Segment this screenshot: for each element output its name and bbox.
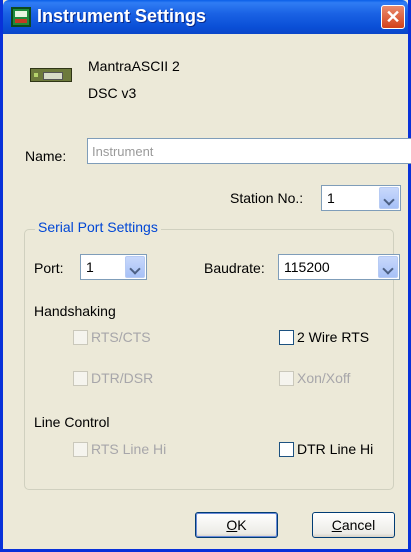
dtr-line-hi-label: DTR Line Hi — [297, 441, 374, 457]
window-title: Instrument Settings — [37, 6, 207, 26]
port-label: Port: — [34, 260, 64, 276]
two-wire-rts-label: 2 Wire RTS — [297, 329, 370, 345]
ok-button[interactable]: OK — [195, 512, 278, 538]
port-value: 1 — [86, 259, 94, 275]
device-version: DSC v3 — [88, 85, 137, 101]
device-model: MantraASCII 2 — [88, 58, 180, 74]
dtr-line-hi-checkbox[interactable] — [279, 442, 294, 457]
chevron-down-icon[interactable] — [125, 256, 145, 278]
rts-cts-label: RTS/CTS — [91, 329, 151, 345]
rts-cts-checkbox[interactable] — [73, 330, 88, 345]
chevron-down-icon[interactable] — [378, 256, 398, 278]
instrument-device-icon — [30, 68, 72, 82]
two-wire-rts-checkbox[interactable] — [279, 330, 294, 345]
cancel-button[interactable]: Cancel — [312, 512, 395, 538]
station-value: 1 — [327, 190, 335, 206]
rts-line-hi-label: RTS Line Hi — [91, 441, 167, 457]
baudrate-value: 115200 — [284, 259, 330, 275]
handshaking-heading: Handshaking — [34, 303, 116, 319]
line-control-heading: Line Control — [34, 414, 110, 430]
xon-xoff-label: Xon/Xoff — [297, 370, 351, 386]
port-select[interactable]: 1 — [80, 254, 147, 280]
title-bar[interactable]: Instrument Settings ✕ — [3, 0, 408, 34]
baudrate-select[interactable]: 115200 — [278, 254, 400, 280]
rts-line-hi-checkbox[interactable] — [73, 442, 88, 457]
app-icon — [11, 7, 31, 27]
close-button[interactable]: ✕ — [381, 5, 405, 29]
dtr-dsr-checkbox[interactable] — [73, 371, 88, 386]
station-label: Station No.: — [230, 190, 304, 206]
instrument-settings-dialog: Instrument Settings ✕ MantraASCII 2 DSC … — [0, 0, 411, 552]
serial-port-group-title: Serial Port Settings — [35, 219, 161, 235]
name-label: Name: — [25, 148, 67, 164]
chevron-down-icon[interactable] — [379, 187, 399, 209]
baudrate-label: Baudrate: — [204, 260, 265, 276]
xon-xoff-checkbox[interactable] — [279, 371, 294, 386]
station-select[interactable]: 1 — [321, 185, 401, 211]
name-input[interactable]: Instrument — [87, 138, 411, 164]
dtr-dsr-label: DTR/DSR — [91, 370, 154, 386]
